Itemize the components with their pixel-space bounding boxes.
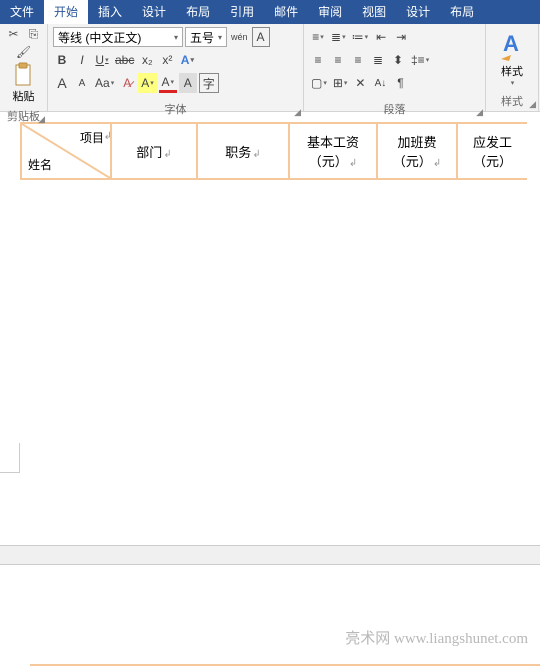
text-effects-button[interactable]: A▾ <box>178 50 196 70</box>
increase-indent-button[interactable]: ⇥ <box>392 27 410 47</box>
group-clipboard: ✂ ⎘ 🖌 粘贴 剪贴板◢ <box>0 24 48 111</box>
font-size-combo[interactable]: 五号▾ <box>185 27 227 47</box>
header-base-salary[interactable]: 基本工资 （元）↲ <box>289 123 377 179</box>
line-spacing-button[interactable]: ‡≡▾ <box>409 50 431 70</box>
cut-icon[interactable]: ✂ <box>6 26 22 42</box>
tab-design[interactable]: 设计 <box>132 0 176 24</box>
tab-view[interactable]: 视图 <box>352 0 396 24</box>
shrink-font-button[interactable]: A <box>73 73 91 93</box>
superscript-button[interactable]: x² <box>158 50 176 70</box>
text-direction-button[interactable]: ✕ <box>351 73 369 93</box>
styles-btn-label: 样式 <box>501 63 523 79</box>
borders-button[interactable]: ⊞▾ <box>331 73 350 93</box>
bullets-button[interactable]: ≡▾ <box>309 27 327 47</box>
tab-table-design[interactable]: 设计 <box>396 0 440 24</box>
underline-button[interactable]: U▾ <box>93 50 111 70</box>
tab-review[interactable]: 审阅 <box>308 0 352 24</box>
tab-insert[interactable]: 插入 <box>88 0 132 24</box>
grow-font-button[interactable]: A <box>53 73 71 93</box>
strike-button[interactable]: abc <box>113 50 136 70</box>
tab-table-layout[interactable]: 布局 <box>440 0 484 24</box>
header-total[interactable]: 应发工 （元） <box>457 123 527 179</box>
align-right-button[interactable]: ≡ <box>349 50 367 70</box>
char-shading-button[interactable]: A <box>179 73 197 93</box>
header-overtime[interactable]: 加班费 （元）↲ <box>377 123 457 179</box>
subscript-button[interactable]: x₂ <box>138 50 156 70</box>
page-corner <box>0 443 20 473</box>
decrease-indent-button[interactable]: ⇤ <box>372 27 390 47</box>
diagonal-header-cell[interactable]: 项目↲ 姓名 <box>21 123 111 179</box>
salary-table[interactable]: 项目↲ 姓名 部门↲ 职务↲ 基本工资 （元）↲ 加班费 （元）↲ 应发工 （元… <box>20 122 527 180</box>
group-styles: A 样式 ▾ 样式◢ <box>486 24 539 111</box>
group-font: 等线 (中文正文)▾ 五号▾ wén A B I U▾ abc x₂ x² A▾… <box>48 24 304 111</box>
numbering-button[interactable]: ≣▾ <box>329 27 348 47</box>
watermark: 亮术网 www.liangshunet.com <box>345 627 528 648</box>
font-launcher[interactable]: ◢ <box>294 107 301 118</box>
tab-mailings[interactable]: 邮件 <box>264 0 308 24</box>
multilevel-button[interactable]: ≔▾ <box>350 27 371 47</box>
tab-references[interactable]: 引用 <box>220 0 264 24</box>
enclose-char-button[interactable]: 字 <box>199 73 219 93</box>
next-page-table-edge <box>30 664 540 670</box>
italic-button[interactable]: I <box>73 50 91 70</box>
header-name: 姓名 <box>28 156 52 173</box>
highlight-button[interactable]: A▾ <box>138 73 157 93</box>
bold-button[interactable]: B <box>53 50 71 70</box>
paste-label: 粘贴 <box>13 88 35 104</box>
char-border-button[interactable]: A <box>252 27 270 47</box>
tab-layout[interactable]: 布局 <box>176 0 220 24</box>
font-name-combo[interactable]: 等线 (中文正文)▾ <box>53 27 183 47</box>
styles-label: 样式◢ <box>486 91 538 111</box>
change-case-button[interactable]: Aa▾ <box>93 73 116 93</box>
page-gap <box>0 545 540 565</box>
paragraph-label: 段落◢ <box>304 99 485 119</box>
shading-button[interactable]: ▢▾ <box>309 73 329 93</box>
distribute-button[interactable]: ⬍ <box>389 50 407 70</box>
format-painter-icon[interactable]: 🖌 <box>16 44 32 60</box>
clear-formatting-button[interactable]: A̷ <box>118 73 136 93</box>
phonetic-guide-button[interactable]: wén <box>229 27 250 47</box>
svg-text:A: A <box>503 31 519 56</box>
copy-icon[interactable]: ⎘ <box>26 26 42 42</box>
show-marks-button[interactable]: ¶ <box>391 73 409 93</box>
tab-home[interactable]: 开始 <box>44 0 88 24</box>
font-color-button[interactable]: A▾ <box>159 73 177 93</box>
sort-button[interactable]: A↓ <box>371 73 389 93</box>
font-label: 字体◢ <box>48 99 303 119</box>
align-center-button[interactable]: ≡ <box>329 50 347 70</box>
header-position[interactable]: 职务↲ <box>197 123 289 179</box>
group-paragraph: ≡▾ ≣▾ ≔▾ ⇤ ⇥ ≡ ≡ ≡ ≣ ⬍ ‡≡▾ ▢▾ ⊞▾ ✕ A↓ ¶ <box>304 24 486 111</box>
ribbon-tabs: 文件 开始 插入 设计 布局 引用 邮件 审阅 视图 设计 布局 <box>0 0 540 24</box>
styles-button[interactable]: A 样式 ▾ <box>494 25 530 91</box>
ribbon: ✂ ⎘ 🖌 粘贴 剪贴板◢ 等线 (中文正文)▾ 五号▾ wén A B I U… <box>0 24 540 112</box>
document-area[interactable]: 项目↲ 姓名 部门↲ 职务↲ 基本工资 （元）↲ 加班费 （元）↲ 应发工 （元… <box>0 112 540 180</box>
header-dept[interactable]: 部门↲ <box>111 123 197 179</box>
styles-launcher[interactable]: ◢ <box>529 99 536 110</box>
para-launcher[interactable]: ◢ <box>476 107 483 118</box>
tab-file[interactable]: 文件 <box>0 0 44 24</box>
align-left-button[interactable]: ≡ <box>309 50 327 70</box>
paste-button[interactable]: 粘贴 <box>13 62 35 104</box>
header-project: 项目 <box>80 129 104 146</box>
justify-button[interactable]: ≣ <box>369 50 387 70</box>
